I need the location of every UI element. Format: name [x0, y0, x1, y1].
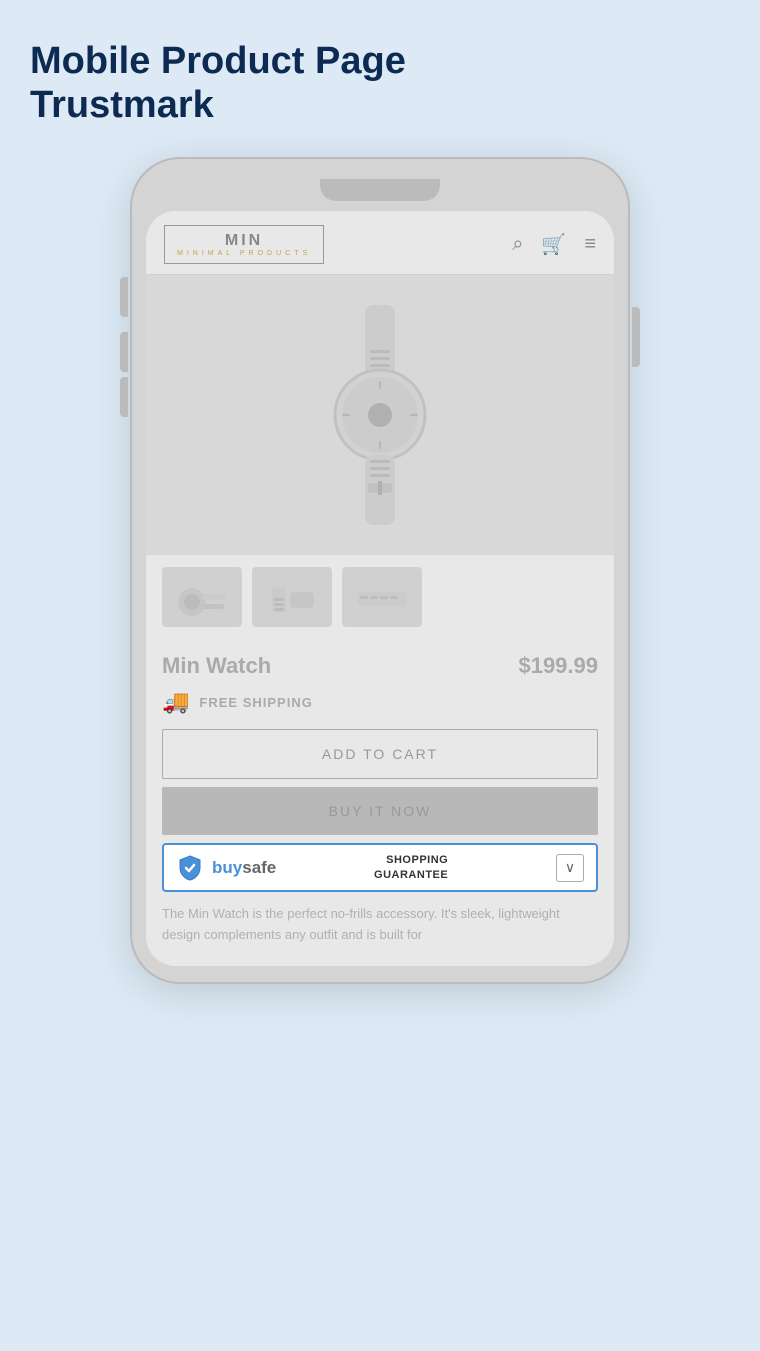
brand-name: MIN	[177, 232, 311, 250]
buy-now-button[interactable]: BUY IT NOW	[162, 787, 598, 835]
notch-bar	[146, 175, 614, 205]
notch	[320, 179, 440, 201]
thumbnail-row	[146, 555, 614, 639]
page-title: Mobile Product Page Trustmark	[30, 40, 730, 127]
brand-sub: MINIMAL PRODUCTS	[177, 250, 311, 257]
product-title-row: Min Watch $199.99	[162, 653, 598, 679]
buysafe-left: buysafe	[176, 854, 276, 882]
buysafe-logo-text: buysafe	[212, 858, 276, 878]
buysafe-badge[interactable]: buysafe SHOPPING GUARANTEE ∨	[162, 843, 598, 892]
shipping-truck-icon: 🚚	[162, 689, 189, 715]
product-price: $199.99	[518, 653, 598, 679]
search-icon[interactable]: ⌕	[512, 233, 523, 256]
shipping-label: FREE SHIPPING	[199, 695, 312, 710]
thumbnail-2[interactable]	[252, 567, 332, 627]
buysafe-shield-icon	[176, 854, 204, 882]
phone-mockup: MIN MINIMAL PRODUCTS ⌕ 🛒 ≡	[30, 157, 730, 983]
brand-logo: MIN MINIMAL PRODUCTS	[164, 225, 324, 264]
product-title: Min Watch	[162, 653, 271, 679]
menu-icon[interactable]: ≡	[584, 233, 596, 256]
product-info: Min Watch $199.99 🚚 FREE SHIPPING	[146, 639, 614, 715]
button-area: ADD TO CART BUY IT NOW buysafe S	[146, 729, 614, 892]
navbar: MIN MINIMAL PRODUCTS ⌕ 🛒 ≡	[146, 211, 614, 275]
thumbnail-3[interactable]	[342, 567, 422, 627]
watch-svg	[260, 295, 500, 535]
phone-screen: MIN MINIMAL PRODUCTS ⌕ 🛒 ≡	[146, 211, 614, 965]
nav-icons: ⌕ 🛒 ≡	[512, 232, 596, 257]
buysafe-chevron-icon[interactable]: ∨	[556, 854, 584, 882]
shipping-row: 🚚 FREE SHIPPING	[162, 689, 598, 715]
thumbnail-1[interactable]	[162, 567, 242, 627]
product-image-main	[146, 275, 614, 555]
product-description: The Min Watch is the perfect no-frills a…	[146, 904, 614, 966]
buysafe-guarantee-text: SHOPPING GUARANTEE	[374, 853, 448, 882]
cart-icon[interactable]: 🛒	[541, 232, 566, 257]
add-to-cart-button[interactable]: ADD TO CART	[162, 729, 598, 779]
phone-frame: MIN MINIMAL PRODUCTS ⌕ 🛒 ≡	[130, 157, 630, 983]
